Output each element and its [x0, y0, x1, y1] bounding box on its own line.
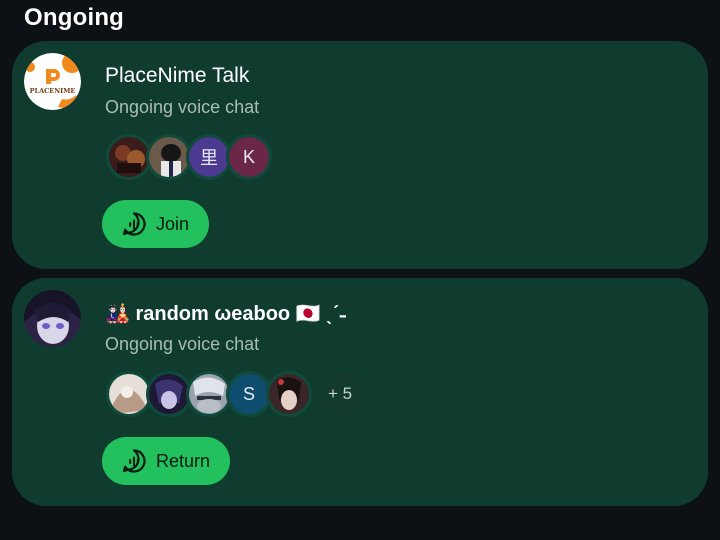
participant-avatars: S + 5: [106, 371, 367, 417]
room-status: Ongoing voice chat: [105, 97, 260, 117]
participant-avatar: [266, 371, 312, 417]
section-title: Ongoing: [24, 4, 125, 31]
participant-initial: 里: [200, 148, 218, 168]
room-name: PlaceNime Talk: [105, 64, 250, 87]
room-avatar: [24, 290, 81, 347]
user-photo-avatar-icon: [109, 137, 149, 177]
participant-avatars: 里 K: [106, 134, 272, 180]
participant-initial: S: [242, 383, 255, 404]
voice-chat-card[interactable]: PLACENIME PlaceNime Talk Ongoing voice c…: [12, 41, 708, 269]
user-photo-avatar-icon: [149, 374, 189, 414]
return-button-label: Return: [156, 450, 211, 471]
return-button[interactable]: Return: [102, 437, 231, 485]
user-photo-avatar-icon: [109, 374, 149, 414]
voice-chats-screen: Ongoing PLACENIME PlaceNime Talk Ongoing…: [0, 0, 720, 540]
voice-chat-card[interactable]: 🎎 random ωeaboo 🇯🇵 ˎˊ˗ Ongoing voice cha…: [12, 278, 708, 506]
join-button-label: Join: [156, 213, 190, 234]
user-photo-avatar-icon: [149, 137, 189, 177]
user-photo-avatar-icon: [269, 374, 309, 414]
voice-chat-icon: [122, 449, 146, 473]
room-avatar: PLACENIME: [24, 53, 81, 110]
room-name: 🎎 random ωeaboo 🇯🇵 ˎˊ˗: [105, 303, 347, 325]
user-photo-avatar-icon: [189, 374, 229, 414]
room-status: Ongoing voice chat: [105, 334, 260, 354]
placenime-logo-icon: PLACENIME: [24, 53, 81, 110]
participant-avatar: K: [226, 134, 272, 180]
more-participants-count: + 5: [314, 372, 367, 416]
participant-initial: K: [242, 146, 255, 167]
anime-avatar-icon: [24, 290, 81, 347]
voice-chat-icon: [122, 212, 146, 236]
svg-text:PLACENIME: PLACENIME: [30, 87, 76, 95]
join-button[interactable]: Join: [102, 200, 210, 248]
